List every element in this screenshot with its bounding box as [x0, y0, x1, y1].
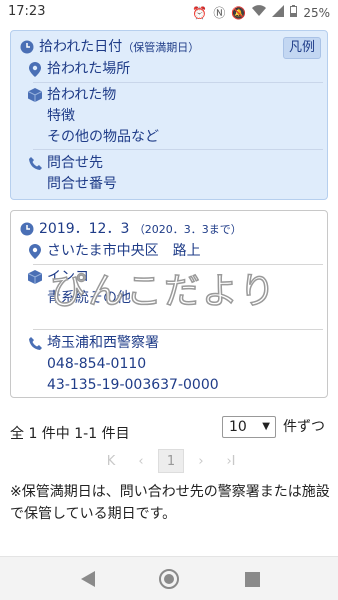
current-page-button[interactable]: 1	[158, 449, 184, 473]
result-place: さいたま市中央区 路上	[47, 243, 201, 259]
back-icon[interactable]	[76, 567, 100, 591]
status-icons: ⏰ Ⓝ 🔕 25%	[192, 4, 330, 21]
system-nav-bar	[0, 556, 338, 600]
box-icon	[27, 269, 43, 285]
legend-item-label: 拾われた物	[47, 87, 117, 103]
clock: 17:23	[8, 4, 46, 19]
recents-icon[interactable]	[240, 567, 264, 591]
last-page-button[interactable]: ›I	[218, 449, 244, 473]
mute-icon: 🔕	[231, 5, 247, 20]
pager: K ‹ 1 › ›I	[98, 449, 244, 473]
result-phone[interactable]: 048-854-0110	[47, 354, 146, 374]
battery-icon	[290, 5, 298, 20]
alarm-icon: ⏰	[192, 5, 208, 20]
result-date: 2019．12．3	[39, 221, 130, 237]
clock-icon	[19, 39, 35, 55]
result-count: 全 1 件中 1-1 件目	[10, 426, 130, 442]
legend-other-label: その他の物品など	[47, 129, 159, 145]
legend-contact-no-label: 問合せ番号	[47, 176, 117, 192]
caret-down-icon: ▼	[262, 421, 270, 432]
first-page-button[interactable]: K	[98, 449, 124, 473]
legend-card: 凡例 拾われた日付（保管満期日） 拾われた場所 拾われた物 特徴 その他の物品な…	[10, 30, 328, 200]
per-page-label: 件ずつ	[283, 419, 325, 435]
clock-icon	[19, 221, 35, 237]
phone-icon	[27, 155, 43, 171]
legend-place-label: 拾われた場所	[47, 61, 131, 77]
nfc-icon: Ⓝ	[213, 6, 226, 20]
phone-icon	[27, 335, 43, 351]
legend-date-label: 拾われた日付	[39, 39, 123, 55]
wifi-icon	[252, 5, 267, 20]
result-contact-no: 43-135-19-003637-0000	[47, 377, 219, 393]
battery-percent: 25%	[303, 5, 330, 20]
prev-page-button[interactable]: ‹	[128, 449, 154, 473]
legend-button[interactable]: 凡例	[283, 37, 321, 59]
signal-icon	[272, 5, 285, 20]
expiry-note: ※保管満期日は、問い合わせ先の警察署または施設で保管している期日です。	[10, 484, 330, 522]
legend-feature-label: 特徴	[47, 108, 75, 124]
status-bar: 17:23 ⏰ Ⓝ 🔕 25%	[0, 0, 338, 24]
divider	[33, 82, 323, 83]
location-pin-icon	[27, 243, 43, 259]
per-page-select[interactable]: 10 ▼	[222, 416, 276, 438]
watermark: ぴんこだより	[49, 270, 278, 313]
legend-date-note: （保管満期日）	[122, 41, 200, 54]
next-page-button[interactable]: ›	[188, 449, 214, 473]
per-page-value: 10	[229, 419, 247, 435]
location-pin-icon	[27, 61, 43, 77]
divider	[33, 329, 323, 330]
result-expiry: （2020．3．3まで）	[133, 223, 242, 236]
legend-contact-label: 問合せ先	[47, 155, 103, 171]
home-icon[interactable]	[157, 567, 181, 591]
divider	[33, 149, 323, 150]
box-icon	[27, 87, 43, 103]
result-contact: 埼玉浦和西警察署	[47, 335, 159, 351]
